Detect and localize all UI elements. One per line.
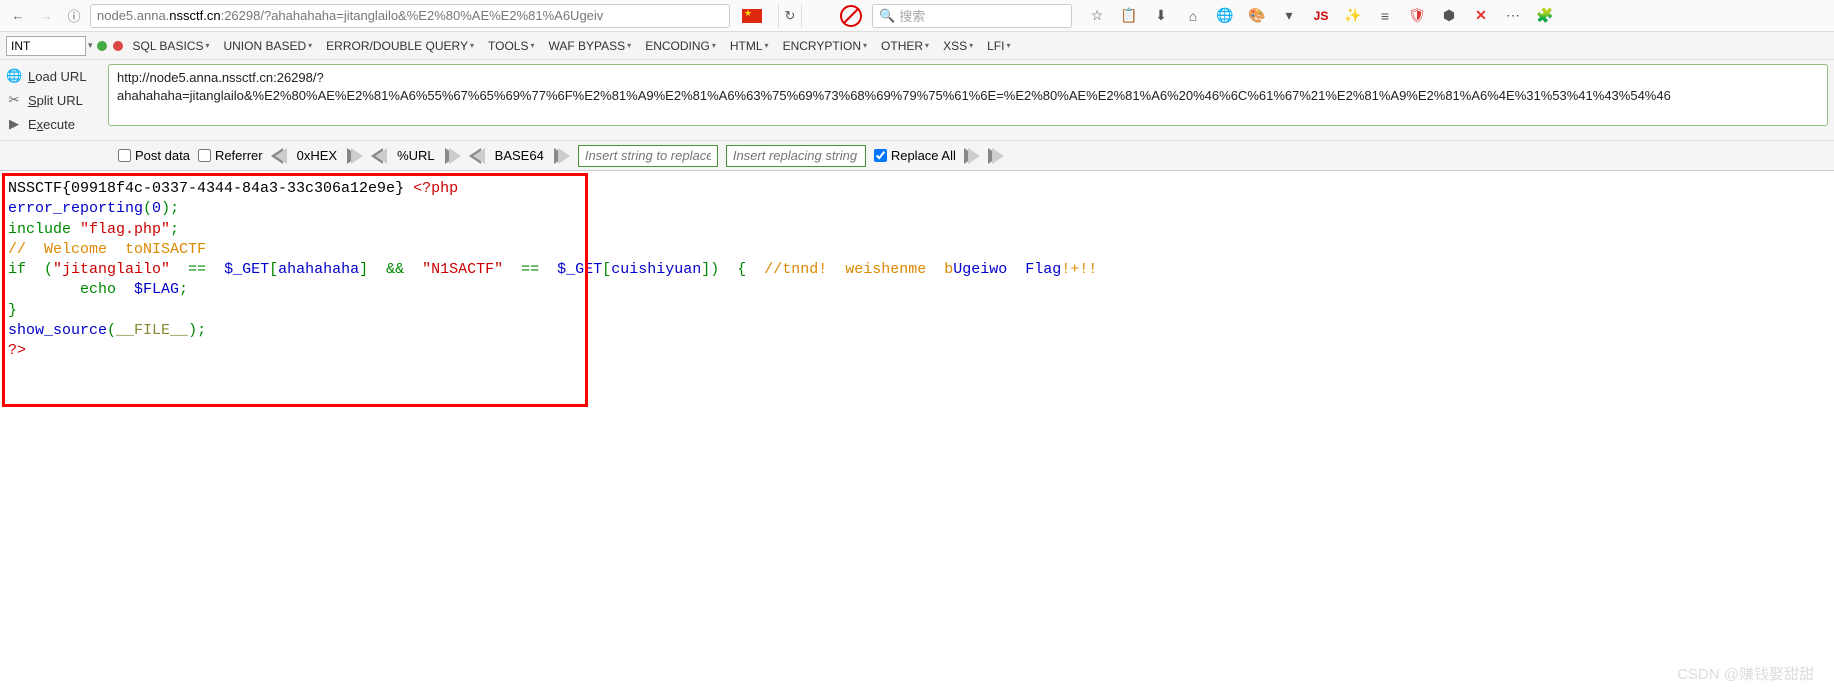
menu-tools[interactable]: TOOLS▾ [482,39,540,53]
wand-icon[interactable]: ✨ [1344,7,1362,25]
hex-encode-button[interactable]: 0xHEX [271,148,363,164]
hackbar-actions: 🌐Load URL ✂Split URL ▶Execute [0,60,108,140]
code-l9: ?> [8,341,1826,361]
code-l5: if ("jitanglailo" == $_GET[ahahahaha] &&… [8,260,1826,280]
replace-go2-button[interactable] [988,148,1004,164]
browser-navbar: ← → ⓘ node5.anna.nssctf.cn:26298/?ahahah… [0,0,1834,32]
more-icon[interactable]: ⋯ [1504,7,1522,25]
page-content: NSSCTF{09918f4c-0337-4344-84a3-33c306a12… [0,171,1834,369]
url-bar[interactable]: node5.anna.nssctf.cn:26298/?ahahahaha=ji… [90,4,730,28]
palette-icon[interactable]: 🎨 [1248,7,1266,25]
execute-button[interactable]: ▶Execute [6,112,102,136]
menu-union-based[interactable]: UNION BASED▾ [217,39,318,53]
x-icon[interactable]: ✕ [1472,7,1490,25]
puzzle-icon[interactable]: 🧩 [1536,7,1554,25]
menu-other[interactable]: OTHER▾ [875,39,935,53]
code-l4: // Welcome toNISACTF [8,240,1826,260]
execute-icon: ▶ [6,116,22,132]
menu-encoding[interactable]: ENCODING▾ [639,39,722,53]
search-placeholder: 搜索 [899,6,925,25]
menu-encryption[interactable]: ENCRYPTION▾ [777,39,873,53]
url-encode-button[interactable]: %URL [371,148,461,164]
js-icon[interactable]: JS [1312,7,1330,25]
url-suffix: :26298/?ahahahaha=jitanglailo&%E2%80%AE%… [221,8,604,23]
watermark: CSDN @赚钱娶甜甜 [1677,663,1814,684]
search-icon: 🔍 [879,8,895,24]
code-l6: echo $FLAG; [8,280,1826,300]
replace-all-checkbox[interactable]: Replace All [874,148,956,163]
replace-with-input[interactable] [726,145,866,167]
reload-button[interactable]: ↻ [778,4,802,28]
search-bar[interactable]: 🔍 搜索 [872,4,1072,28]
menu-icon[interactable]: ▾ [1280,7,1298,25]
code-l8: show_source(__FILE__); [8,321,1826,341]
toolbar-icons: ☆ 📋 ⬇ ⌂ 🌐 🎨 ▾ JS ✨ ≡ 🛡 ⬢ ✕ ⋯ 🧩 [1088,7,1554,25]
download-icon[interactable]: ⬇ [1152,7,1170,25]
encode-row: Post data Referrer 0xHEX %URL BASE64 Rep… [0,141,1834,171]
code-l3: include "flag.php"; [8,220,1826,240]
flag-cn-icon [742,9,762,23]
forward-button: → [34,4,58,28]
menu-waf-bypass[interactable]: WAF BYPASS▾ [542,39,637,53]
replace-go-button[interactable] [964,148,980,164]
hackbar-body: 🌐Load URL ✂Split URL ▶Execute http://nod… [0,60,1834,141]
menu-xss[interactable]: XSS▾ [937,39,979,53]
bars-icon[interactable]: ≡ [1376,7,1394,25]
url-host: nssctf.cn [169,8,220,23]
split-icon: ✂ [6,92,22,108]
info-icon[interactable]: ⓘ [62,4,86,28]
load-icon: 🌐 [6,68,22,84]
flag-line: NSSCTF{09918f4c-0337-4344-84a3-33c306a12… [8,179,1826,199]
base64-encode-button[interactable]: BASE64 [469,148,570,164]
menu-html[interactable]: HTML▾ [724,39,775,53]
hackbar-url-textarea[interactable]: http://node5.anna.nssctf.cn:26298/?ahaha… [108,64,1828,126]
dot-green-icon[interactable] [97,41,107,51]
menu-sql-basics[interactable]: SQL BASICS▾ [127,39,216,53]
replace-find-input[interactable] [578,145,718,167]
hackbar-menu: ▾ SQL BASICS▾ UNION BASED▾ ERROR/DOUBLE … [0,32,1834,60]
int-select[interactable] [6,36,86,56]
split-url-button[interactable]: ✂Split URL [6,88,102,112]
home-icon[interactable]: ⌂ [1184,7,1202,25]
int-caret: ▾ [88,40,93,51]
menu-error-query[interactable]: ERROR/DOUBLE QUERY▾ [320,39,480,53]
clipboard-icon[interactable]: 📋 [1120,7,1138,25]
globe-icon[interactable]: 🌐 [1216,7,1234,25]
shield-icon[interactable]: 🛡 [1408,7,1426,25]
bookmark-icon[interactable]: ☆ [1088,7,1106,25]
referrer-checkbox[interactable]: Referrer [198,148,263,163]
url-prefix: node5.anna. [97,8,169,23]
code-l7: } [8,301,1826,321]
dot-red-icon[interactable] [113,41,123,51]
ublock-icon[interactable]: ⬢ [1440,7,1458,25]
load-url-button[interactable]: 🌐Load URL [6,64,102,88]
menu-lfi[interactable]: LFI▾ [981,39,1016,53]
postdata-checkbox[interactable]: Post data [118,148,190,163]
noscript-icon[interactable] [840,5,862,27]
code-l2: error_reporting(0); [8,199,1826,219]
back-button[interactable]: ← [6,4,30,28]
